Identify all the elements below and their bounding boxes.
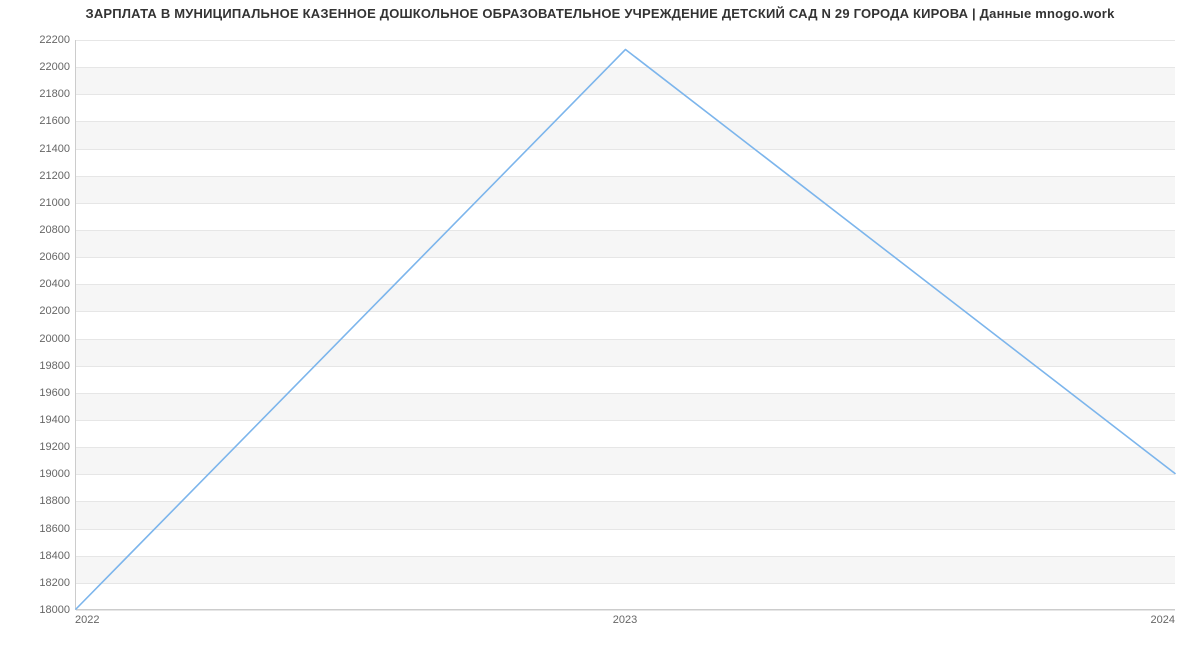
y-tick-label: 21400 (10, 143, 70, 155)
y-tick-label: 21200 (10, 170, 70, 182)
y-tick-label: 22000 (10, 61, 70, 73)
plot-area (75, 40, 1175, 610)
data-line (76, 40, 1175, 609)
y-tick-label: 19400 (10, 414, 70, 426)
y-tick-label: 19200 (10, 441, 70, 453)
y-tick-label: 18600 (10, 523, 70, 535)
y-tick-label: 20600 (10, 251, 70, 263)
grid-line (76, 610, 1175, 611)
y-tick-label: 21000 (10, 197, 70, 209)
y-tick-label: 18800 (10, 495, 70, 507)
x-tick-label: 2022 (75, 614, 99, 626)
y-tick-label: 18400 (10, 550, 70, 562)
y-tick-label: 20200 (10, 305, 70, 317)
y-tick-label: 20800 (10, 224, 70, 236)
y-tick-label: 19000 (10, 468, 70, 480)
y-tick-label: 19800 (10, 360, 70, 372)
x-tick-label: 2024 (1151, 614, 1175, 626)
y-tick-label: 21800 (10, 88, 70, 100)
y-tick-label: 18200 (10, 577, 70, 589)
y-tick-label: 22200 (10, 34, 70, 46)
y-tick-label: 20000 (10, 333, 70, 345)
chart-title: ЗАРПЛАТА В МУНИЦИПАЛЬНОЕ КАЗЕННОЕ ДОШКОЛ… (0, 6, 1200, 21)
y-tick-label: 18000 (10, 604, 70, 616)
y-tick-label: 20400 (10, 278, 70, 290)
y-tick-label: 21600 (10, 115, 70, 127)
salary-line-chart: ЗАРПЛАТА В МУНИЦИПАЛЬНОЕ КАЗЕННОЕ ДОШКОЛ… (0, 0, 1200, 650)
x-tick-label: 2023 (613, 614, 637, 626)
y-tick-label: 19600 (10, 387, 70, 399)
